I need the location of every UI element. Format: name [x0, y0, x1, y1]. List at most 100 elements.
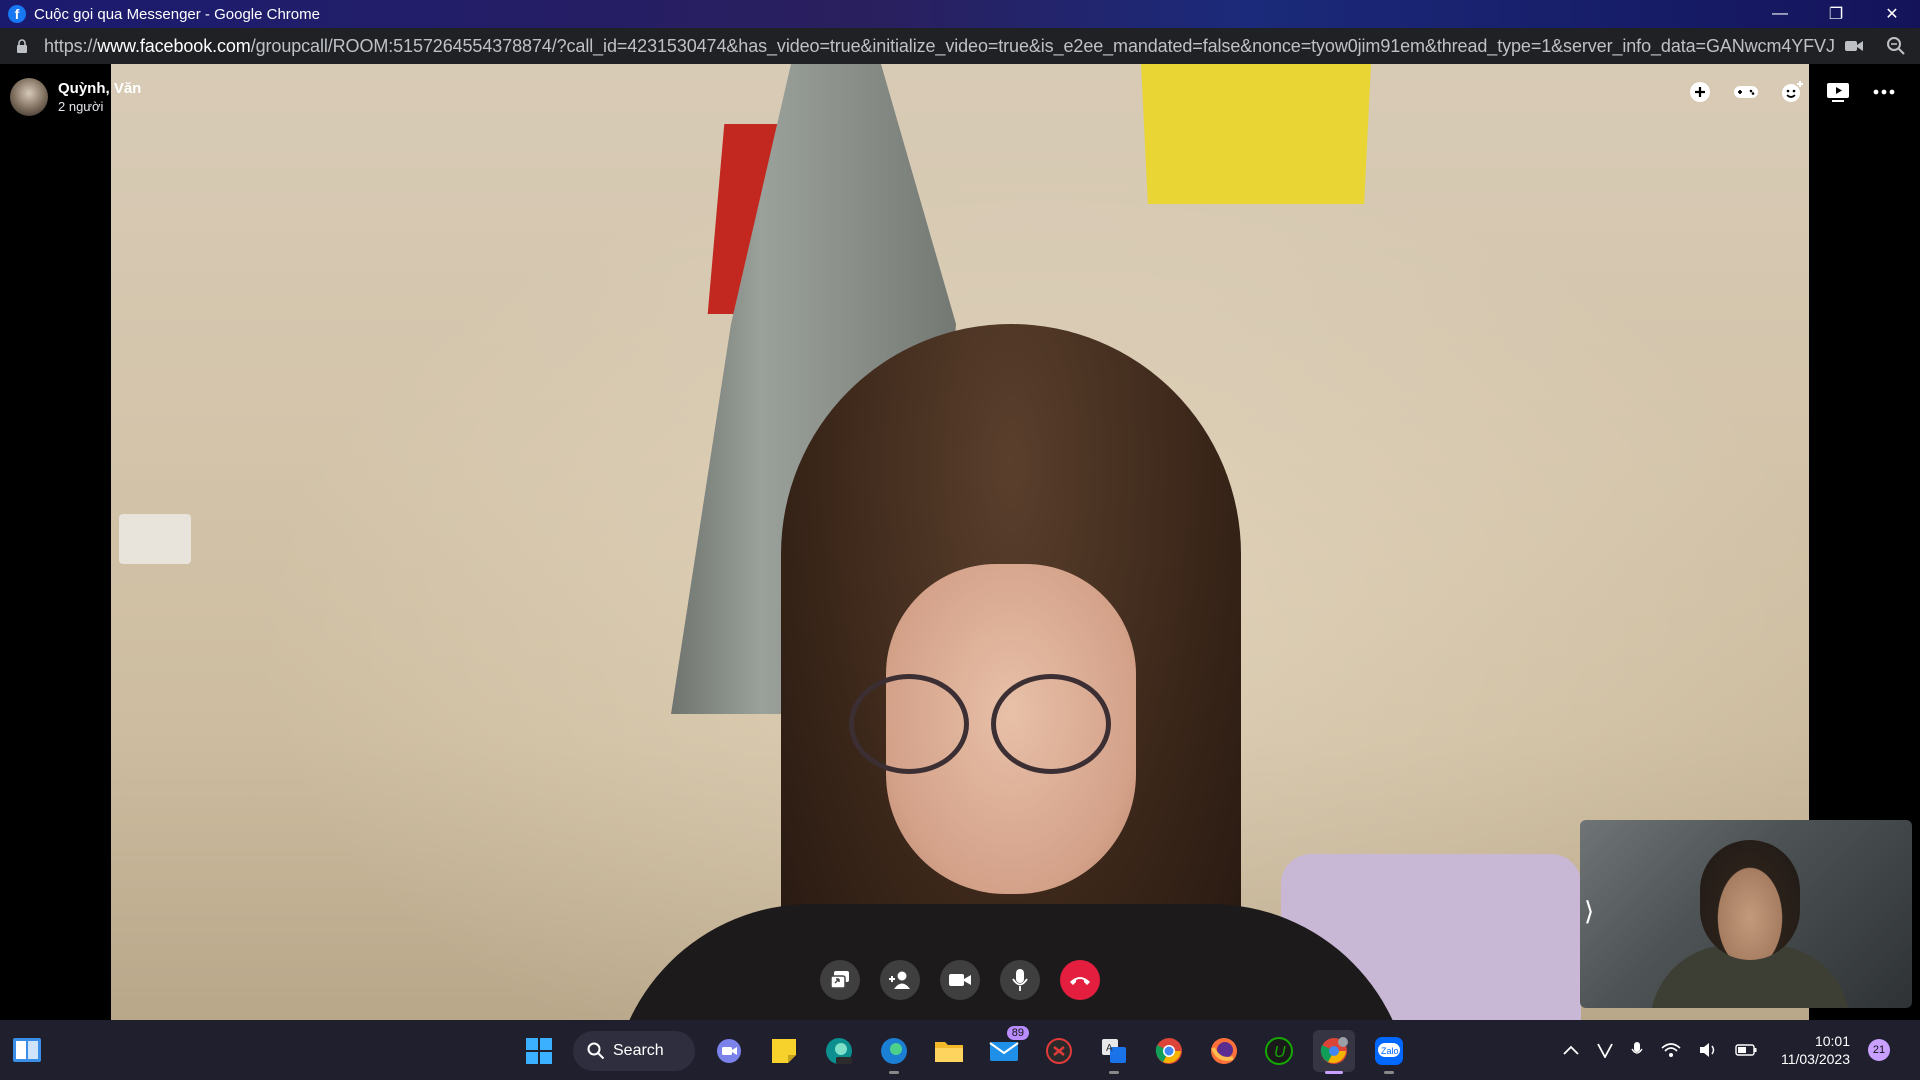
video-yellow-pouch	[1141, 64, 1371, 204]
zalo-label: Zalo	[1381, 1046, 1399, 1056]
edge-dev-icon	[826, 1038, 852, 1064]
chrome-app[interactable]	[1148, 1030, 1190, 1072]
start-button[interactable]	[518, 1030, 560, 1072]
call-header: Quỳnh, Văn 2 người	[10, 78, 141, 116]
search-label: Search	[613, 1042, 664, 1059]
folder-icon	[935, 1042, 963, 1062]
self-view-video[interactable]: ⟩	[1580, 820, 1912, 1008]
camera-toggle-button[interactable]	[940, 960, 980, 1000]
zoom-icon[interactable]	[1886, 36, 1906, 56]
call-top-actions	[1686, 78, 1898, 106]
add-people-button[interactable]	[880, 960, 920, 1000]
share-screen-icon	[830, 971, 849, 989]
call-controls	[820, 960, 1100, 1000]
close-button[interactable]: ✕	[1864, 0, 1920, 28]
file-explorer-app[interactable]	[928, 1030, 970, 1072]
window-controls: — ❐ ✕	[1752, 0, 1920, 28]
effects-button[interactable]	[1778, 78, 1806, 106]
plus-circle-icon	[1690, 82, 1710, 102]
participant-count: 2 người	[58, 99, 104, 114]
url-path: /groupcall/ROOM:5157264554378874/?call_i…	[250, 35, 1834, 56]
mail-app[interactable]: 89	[983, 1026, 1029, 1072]
firefox-icon	[1211, 1038, 1237, 1064]
translate-icon: A	[1102, 1039, 1126, 1063]
svg-text:A: A	[1106, 1043, 1113, 1054]
group-avatar[interactable]	[10, 78, 48, 116]
chrome-icon	[1155, 1038, 1182, 1064]
more-dots-icon	[1873, 89, 1895, 95]
remote-video[interactable]	[111, 64, 1809, 1020]
video-glasses-right	[991, 674, 1111, 774]
vpn-icon[interactable]	[1597, 1042, 1613, 1058]
video-chat-icon	[717, 1039, 741, 1063]
upwork-icon: U	[1265, 1037, 1293, 1065]
more-options-button[interactable]	[1870, 78, 1898, 106]
widgets-icon[interactable]	[12, 1036, 42, 1064]
hang-up-icon	[1070, 977, 1090, 985]
url-host: www.facebook.com	[97, 35, 251, 56]
shield-bug-icon	[1046, 1038, 1072, 1064]
video-camera-icon	[949, 974, 971, 986]
system-tray: 10:01 11/03/2023 21	[1563, 1032, 1890, 1068]
share-screen-button[interactable]	[820, 960, 860, 1000]
mail-unread-badge: 89	[1006, 1026, 1029, 1040]
firefox-app[interactable]	[1203, 1030, 1245, 1072]
minimize-button[interactable]: —	[1752, 0, 1808, 28]
taskbar-search[interactable]: Search	[573, 1031, 695, 1071]
clock[interactable]: 10:01 11/03/2023	[1781, 1032, 1850, 1068]
camera-permission-icon[interactable]	[1844, 36, 1864, 56]
running-indicator	[1109, 1071, 1119, 1074]
window-title: Cuộc gọi qua Messenger - Google Chrome	[34, 5, 320, 23]
notification-badge[interactable]: 21	[1868, 1039, 1890, 1061]
sticky-note-icon	[772, 1039, 796, 1063]
restore-button[interactable]: ❐	[1808, 0, 1864, 28]
collapse-chevron-icon[interactable]: ⟩	[1584, 896, 1594, 927]
watch-together-button[interactable]	[1824, 78, 1852, 106]
wifi-icon[interactable]	[1661, 1042, 1681, 1058]
running-indicator	[889, 1071, 899, 1074]
zalo-app[interactable]: Zalo	[1368, 1030, 1410, 1074]
search-icon	[587, 1042, 605, 1060]
windows-taskbar: Search 89 A U Zalo 10:01 11/03/2023 21	[0, 1020, 1920, 1080]
url-text[interactable]: https://www.facebook.com/groupcall/ROOM:…	[44, 36, 1834, 57]
facebook-icon: f	[8, 5, 26, 23]
clock-date: 11/03/2023	[1780, 1051, 1850, 1067]
running-indicator	[1384, 1071, 1394, 1074]
translate-app[interactable]: A	[1093, 1030, 1135, 1074]
edge-app[interactable]	[873, 1030, 915, 1074]
sticky-notes-app[interactable]	[763, 1030, 805, 1072]
mail-icon	[989, 1042, 1019, 1061]
microphone-toggle-button[interactable]	[1000, 960, 1040, 1000]
smiley-add-icon	[1782, 81, 1803, 102]
play-screen-icon	[1827, 83, 1849, 102]
upwork-app[interactable]: U	[1258, 1030, 1300, 1072]
chevron-up-icon[interactable]	[1563, 1045, 1579, 1055]
games-button[interactable]	[1732, 78, 1760, 106]
call-participant-names: Quỳnh, Văn	[58, 80, 142, 97]
self-view-person-head	[1700, 840, 1800, 960]
edge-dev-app[interactable]	[818, 1030, 860, 1072]
address-bar[interactable]: https://www.facebook.com/groupcall/ROOM:…	[0, 28, 1920, 64]
battery-icon[interactable]	[1735, 1044, 1757, 1056]
svg-text:U: U	[1274, 1044, 1286, 1061]
end-call-button[interactable]	[1060, 960, 1100, 1000]
security-app[interactable]	[1038, 1030, 1080, 1072]
gamepad-icon	[1734, 86, 1758, 98]
volume-icon[interactable]	[1699, 1042, 1717, 1058]
video-glasses-left	[849, 674, 969, 774]
window-title-bar: f Cuộc gọi qua Messenger - Google Chrome…	[0, 0, 1920, 28]
chrome-profile-icon	[1320, 1037, 1348, 1064]
microphone-tray-icon[interactable]	[1631, 1041, 1643, 1059]
add-button[interactable]	[1686, 78, 1714, 106]
video-wall-outlet	[119, 514, 191, 564]
call-area: Quỳnh, Văn 2 người ⟩	[0, 64, 1920, 1020]
url-scheme: https://	[44, 35, 98, 56]
taskbar-apps: Search 89 A U Zalo	[518, 1026, 1410, 1074]
microphone-icon	[1012, 969, 1028, 991]
add-person-icon	[889, 971, 910, 989]
teams-chat-app[interactable]	[708, 1030, 750, 1072]
chrome-profile-app[interactable]	[1313, 1030, 1355, 1074]
lock-icon[interactable]	[14, 38, 30, 54]
active-indicator	[1325, 1071, 1343, 1074]
clock-time: 10:01	[1814, 1033, 1850, 1049]
